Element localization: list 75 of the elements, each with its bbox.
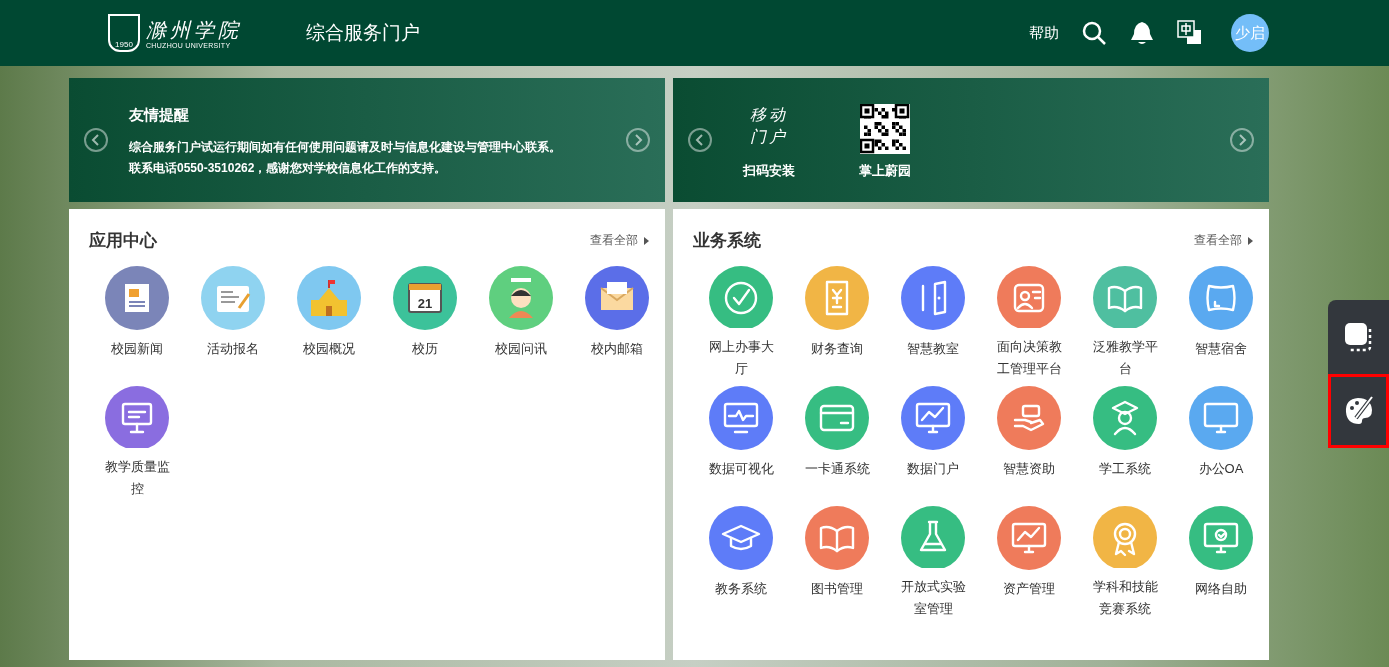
calendar-date: 21 <box>417 296 433 311</box>
app-label[interactable]: 教学质量监控 <box>99 456 175 500</box>
app-label[interactable]: 学工系统 <box>1087 458 1163 480</box>
help-link[interactable]: 帮助 <box>1029 23 1059 43</box>
medal-icon[interactable] <box>1093 506 1157 568</box>
monitor-chart-icon[interactable] <box>997 506 1061 570</box>
next-arrow-button[interactable] <box>626 128 650 152</box>
mobile-portal-lettering: 移动门户 <box>749 104 789 148</box>
search-icon <box>1081 20 1107 46</box>
app-label[interactable]: 一卡通系统 <box>799 458 875 480</box>
id-card-icon[interactable] <box>997 266 1061 328</box>
app-label[interactable]: 校园新闻 <box>99 338 175 360</box>
presentation-board-icon[interactable] <box>105 386 169 448</box>
app-label[interactable]: 学科和技能竞赛系统 <box>1087 576 1163 620</box>
graduation-cap-icon[interactable] <box>709 506 773 570</box>
envelope-icon[interactable] <box>585 266 649 330</box>
app-label[interactable]: 数据门户 <box>895 458 971 480</box>
app-label[interactable]: 校内邮箱 <box>579 338 655 360</box>
receipt-icon[interactable] <box>805 266 869 330</box>
person-icon[interactable] <box>489 266 553 330</box>
monitor-check-icon[interactable] <box>1189 506 1253 570</box>
theme-button[interactable] <box>1328 374 1389 448</box>
monitor-icon[interactable] <box>1189 386 1253 450</box>
logo-name: 滁州学院 <box>146 17 242 42</box>
app-label[interactable]: 智慧教室 <box>895 338 971 360</box>
monitor-pulse-icon[interactable] <box>709 386 773 450</box>
notification-button[interactable] <box>1129 20 1155 46</box>
mobile-app-label: 扫码安装 <box>743 162 795 180</box>
card-icon[interactable] <box>805 386 869 450</box>
graduate-icon[interactable] <box>1093 386 1157 450</box>
app-label[interactable]: 校园概况 <box>291 338 367 360</box>
app-label[interactable]: 网络自助 <box>1183 578 1259 600</box>
app-label[interactable]: 校园问讯 <box>483 338 559 360</box>
portal-title: 综合服务门户 <box>306 21 420 45</box>
bell-icon <box>1129 20 1155 46</box>
app-label[interactable]: 数据可视化 <box>703 458 779 480</box>
app-label[interactable]: 面向决策教工管理平台 <box>991 336 1067 380</box>
notice-text: 综合服务门户试运行期间如有任何使用问题请及时与信息化建设与管理中心联系。 联系电话0550-3510262，感谢您对学校信息化工作的支持。 <box>129 139 562 177</box>
search-button[interactable] <box>1081 20 1107 46</box>
app-label[interactable]: 财务查询 <box>799 338 875 360</box>
flask-icon[interactable] <box>901 506 965 568</box>
monitor-chart-icon[interactable] <box>901 386 965 450</box>
form-icon[interactable] <box>201 266 265 330</box>
app-label[interactable]: 教务系统 <box>703 578 779 600</box>
mobile-app-label: 掌上蔚园 <box>859 162 911 180</box>
app-label[interactable]: 智慧宿舍 <box>1183 338 1259 360</box>
app-label[interactable]: 办公OA <box>1183 458 1259 480</box>
door-icon[interactable] <box>901 266 965 330</box>
school-building-icon[interactable] <box>297 266 361 330</box>
hand-icon[interactable] <box>997 386 1061 450</box>
logo-year: 1950 <box>115 40 133 50</box>
open-book-icon[interactable] <box>805 506 869 570</box>
panel-title: 业务系统 <box>693 230 761 252</box>
qr-code-icon <box>860 104 910 154</box>
previous-arrow-button[interactable] <box>84 128 108 152</box>
next-arrow-button[interactable] <box>1230 128 1254 152</box>
language-switch-icon <box>1177 20 1203 46</box>
app-label[interactable]: 活动报名 <box>195 338 271 360</box>
app-label[interactable]: 泛雅教学平台 <box>1087 336 1163 380</box>
newspaper-icon[interactable] <box>105 266 169 330</box>
panel-title: 应用中心 <box>89 230 157 252</box>
view-all-link[interactable]: 查看全部 <box>590 232 649 249</box>
notice-title: 友情提醒 <box>129 106 190 125</box>
app-label[interactable]: 开放式实验室管理 <box>895 576 971 620</box>
pillow-icon[interactable] <box>1189 266 1253 330</box>
app-label[interactable]: 网上办事大厅 <box>703 336 779 380</box>
calendar-icon[interactable]: 21 <box>393 266 457 330</box>
app-label[interactable]: 资产管理 <box>991 578 1067 600</box>
open-book-icon[interactable] <box>1093 266 1157 328</box>
previous-arrow-button[interactable] <box>688 128 712 152</box>
app-label[interactable]: 图书管理 <box>799 578 875 600</box>
view-all-link[interactable]: 查看全部 <box>1194 232 1253 249</box>
language-button[interactable] <box>1177 20 1203 46</box>
app-label[interactable]: 校历 <box>387 338 463 360</box>
app-label[interactable]: 智慧资助 <box>991 458 1067 480</box>
